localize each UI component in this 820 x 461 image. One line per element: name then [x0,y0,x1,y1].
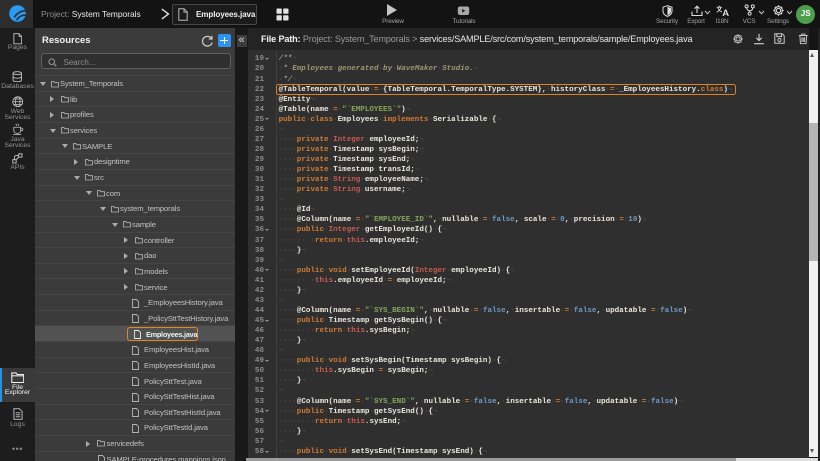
svg-text:A: A [722,8,729,17]
